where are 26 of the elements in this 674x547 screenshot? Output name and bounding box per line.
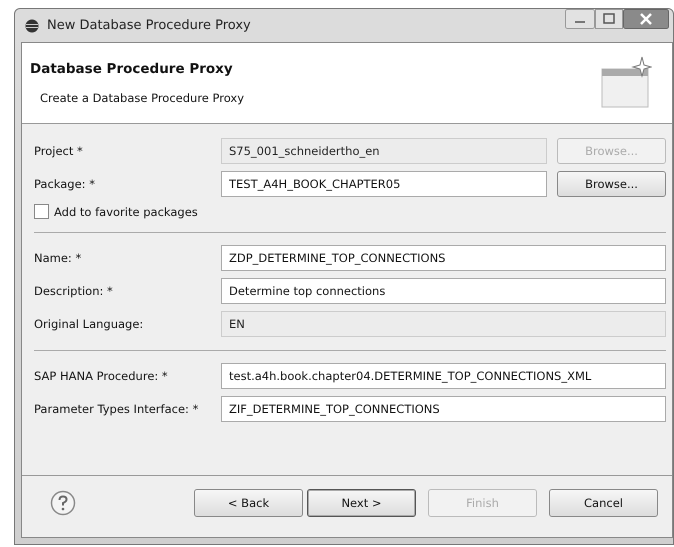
wizard-button[interactable]: Cancel bbox=[549, 488, 658, 516]
checkbox[interactable] bbox=[34, 204, 49, 219]
wizard-button[interactable]: < Back bbox=[194, 488, 303, 516]
field-label: Project * bbox=[34, 144, 84, 158]
field-label: SAP HANA Procedure: * bbox=[34, 369, 169, 383]
text-field[interactable]: ZIF_DETERMINE_TOP_CONNECTIONS bbox=[221, 396, 666, 422]
maximize-icon[interactable] bbox=[595, 9, 623, 29]
browse-button[interactable]: Browse... bbox=[557, 171, 666, 197]
page-subtitle: Create a Database Procedure Proxy bbox=[40, 91, 244, 105]
text-field[interactable]: TEST_A4H_BOOK_CHAPTER05 bbox=[221, 171, 547, 197]
field-label: Parameter Types Interface: * bbox=[34, 402, 200, 416]
help-icon[interactable] bbox=[50, 490, 76, 516]
checkbox-label: Add to favorite packages bbox=[54, 204, 198, 218]
wizard-button[interactable]: Next > bbox=[307, 488, 416, 516]
minimize-icon[interactable] bbox=[565, 9, 595, 29]
text-field[interactable]: ZDP_DETERMINE_TOP_CONNECTIONS bbox=[221, 245, 666, 271]
page-title: Database Procedure Proxy bbox=[30, 61, 234, 77]
text-field[interactable]: Determine top connections bbox=[221, 278, 666, 304]
window-title: New Database Procedure Proxy bbox=[47, 18, 251, 33]
app-icon bbox=[25, 18, 39, 32]
field-label: Name: * bbox=[34, 251, 82, 265]
close-icon[interactable] bbox=[623, 9, 669, 29]
field-label: Package: * bbox=[34, 177, 96, 191]
field-label: Description: * bbox=[34, 284, 114, 298]
field-label: Original Language: bbox=[34, 317, 144, 331]
text-field[interactable]: test.a4h.book.chapter04.DETERMINE_TOP_CONNECTIONS_XML bbox=[221, 363, 666, 389]
